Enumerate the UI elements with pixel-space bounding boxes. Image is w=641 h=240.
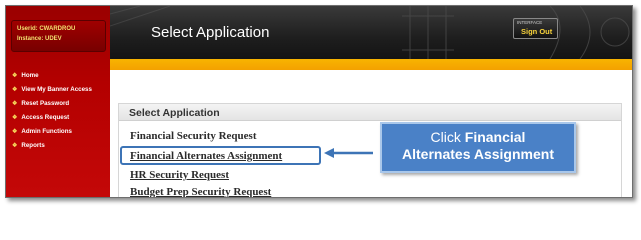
sidebar-item-label: Home <box>21 72 39 79</box>
userid-label: Userid: <box>17 26 38 32</box>
arrow-left-icon <box>324 148 373 158</box>
diamond-bullet-icon: ❖ <box>12 129 18 135</box>
link-budget-prep-security-request[interactable]: Budget Prep Security Request <box>130 186 271 197</box>
sidebar-item-home[interactable]: ❖ Home <box>12 72 39 79</box>
sidebar-item-view-my-banner-access[interactable]: ❖ View My Banner Access <box>12 86 92 93</box>
diamond-bullet-icon: ❖ <box>12 101 18 107</box>
callout-bold-line2: Alternates Assignment <box>402 146 554 162</box>
highlight-box <box>120 146 321 165</box>
sign-out-caption: INTERFACE <box>517 20 543 25</box>
link-hr-security-request[interactable]: HR Security Request <box>130 169 229 181</box>
diamond-bullet-icon: ❖ <box>12 87 18 93</box>
callout-prefix: Click <box>430 129 461 145</box>
sidebar-item-admin-functions[interactable]: ❖ Admin Functions <box>12 128 72 135</box>
sidebar-item-reset-password[interactable]: ❖ Reset Password <box>12 100 69 107</box>
callout-text: Click Financial Alternates Assignment <box>382 129 574 163</box>
instance-value: UDEV <box>45 36 62 42</box>
panel-title: Select Application <box>129 107 220 119</box>
instance-line: Instance: UDEV <box>17 36 62 42</box>
diamond-bullet-icon: ❖ <box>12 143 18 149</box>
callout-bold-line1: Financial <box>464 129 526 145</box>
diamond-bullet-icon: ❖ <box>12 73 18 79</box>
sidebar-item-label: Access Request <box>21 114 70 121</box>
screenshot-frame: Userid: CWARDROU Instance: UDEV ❖ Home ❖ V… <box>5 5 633 198</box>
sidebar-item-reports[interactable]: ❖ Reports <box>12 142 45 149</box>
page-title: Select Application <box>151 24 270 41</box>
userid-line: Userid: CWARDROU <box>17 26 75 32</box>
userid-value: CWARDROU <box>39 26 76 32</box>
sidebar-item-label: Reports <box>21 142 45 149</box>
instruction-callout: Click Financial Alternates Assignment <box>380 122 576 173</box>
diamond-bullet-icon: ❖ <box>12 115 18 121</box>
sidebar-item-access-request[interactable]: ❖ Access Request <box>12 114 69 121</box>
link-financial-security-request[interactable]: Financial Security Request <box>130 130 257 142</box>
sign-out-label: Sign Out <box>521 27 553 36</box>
sidebar-item-label: Admin Functions <box>21 128 72 135</box>
user-info-box: Userid: CWARDROU Instance: UDEV <box>11 20 106 52</box>
gold-accent-bar <box>110 59 632 70</box>
sidebar-item-label: Reset Password <box>21 100 70 107</box>
header-banner: Select Application INTERFACE Sign Out <box>110 6 632 59</box>
sidebar: Userid: CWARDROU Instance: UDEV ❖ Home ❖ V… <box>6 6 110 197</box>
panel-header: Select Application <box>119 104 621 121</box>
sidebar-item-label: View My Banner Access <box>21 86 92 93</box>
sign-out-button[interactable]: INTERFACE Sign Out <box>513 18 558 39</box>
instance-label: Instance: <box>17 36 44 42</box>
